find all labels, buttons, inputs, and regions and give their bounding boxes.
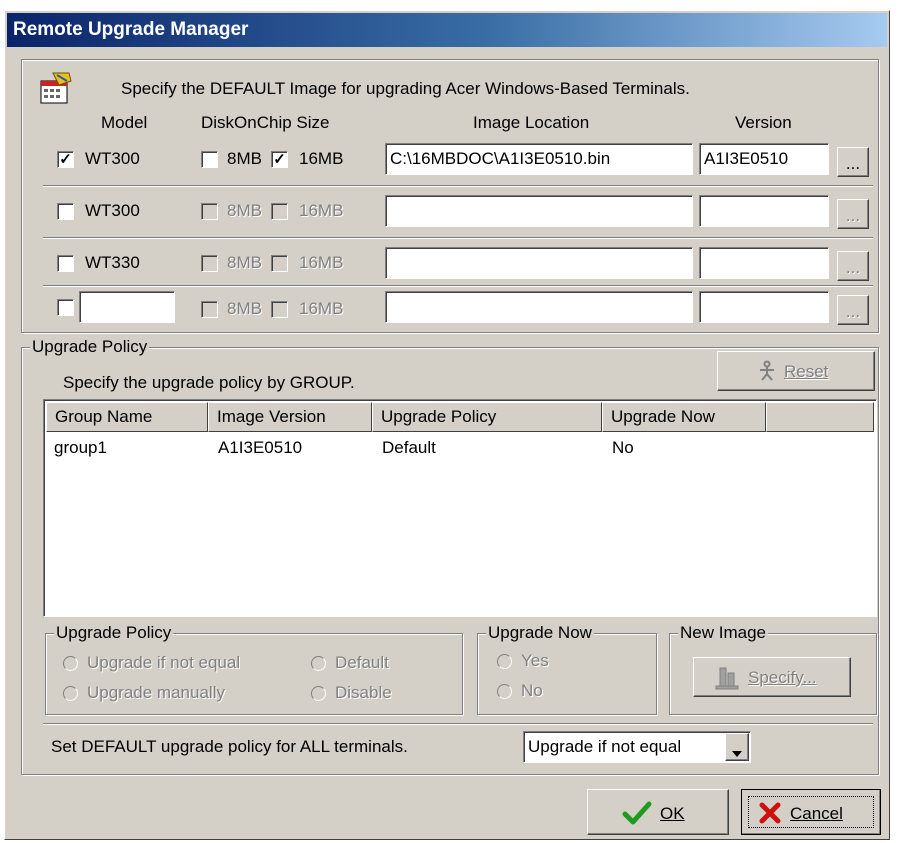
16mb-checkbox-row1[interactable]: ✓: [271, 151, 288, 168]
app-image-icon: [39, 71, 73, 110]
policy-separator: [43, 723, 873, 725]
default-policy-value: Upgrade if not equal: [528, 737, 682, 756]
model-label-row2: WT300: [85, 201, 140, 220]
radio-upgrade-manually-label: Upgrade manually: [87, 683, 225, 702]
8mb-label-row2: 8MB: [227, 201, 262, 220]
cancel-label: Cancel: [790, 804, 843, 823]
16mb-label-row1: 16MB: [299, 149, 344, 168]
model-checkbox-row3[interactable]: [57, 255, 74, 272]
image-location-field-row2[interactable]: [385, 195, 693, 227]
16mb-label-row3: 16MB: [299, 253, 344, 272]
chevron-down-icon: [731, 743, 743, 763]
column-header-image-version[interactable]: Image Version: [208, 402, 372, 432]
default-policy-select[interactable]: Upgrade if not equal: [523, 731, 751, 763]
default-policy-dropdown-button[interactable]: [725, 733, 749, 761]
radio-yes[interactable]: [497, 654, 512, 669]
cell-group-name: group1: [54, 438, 107, 457]
model-checkbox-row4[interactable]: [57, 299, 74, 316]
column-header-upgrade-policy[interactable]: Upgrade Policy: [372, 402, 602, 432]
8mb-checkbox-row1[interactable]: [201, 151, 218, 168]
image-location-field-row3[interactable]: [385, 247, 693, 279]
16mb-checkbox-row4[interactable]: [271, 301, 288, 318]
8mb-checkbox-row2[interactable]: [201, 203, 218, 220]
16mb-label-row2: 16MB: [299, 201, 344, 220]
ok-button[interactable]: OK: [587, 789, 729, 835]
row-separator-2: [43, 237, 873, 239]
browse-button-row3[interactable]: ...: [837, 251, 869, 281]
browse-button-row1[interactable]: ...: [837, 147, 869, 177]
8mb-label-row3: 8MB: [227, 253, 262, 272]
specify-button[interactable]: Specify...: [693, 657, 851, 697]
title-bar[interactable]: Remote Upgrade Manager: [7, 13, 887, 47]
8mb-checkbox-row3[interactable]: [201, 255, 218, 272]
radio-no-label: No: [521, 681, 543, 700]
row-separator-3: [43, 285, 873, 287]
radio-upgrade-if-not-equal-label: Upgrade if not equal: [87, 653, 241, 672]
header-disk-size: DiskOnChip Size: [201, 113, 330, 132]
column-header-upgrade-now[interactable]: Upgrade Now: [602, 402, 766, 432]
policy-options-legend: Upgrade Policy: [54, 623, 174, 643]
image-location-field-row4[interactable]: [385, 291, 693, 323]
specify-image-icon: [714, 665, 740, 696]
cell-upgrade-now: No: [612, 438, 634, 457]
reset-label: Reset: [784, 362, 829, 381]
radio-disable-label: Disable: [335, 683, 392, 702]
8mb-label-row1: 8MB: [227, 149, 262, 168]
remote-upgrade-manager-window: Remote Upgrade Manager Specify the DEFAU…: [4, 10, 890, 840]
default-policy-label: Set DEFAULT upgrade policy for ALL termi…: [51, 737, 408, 756]
radio-default-label: Default: [335, 653, 389, 672]
browse-button-row4[interactable]: ...: [837, 295, 869, 325]
radio-disable[interactable]: [311, 686, 326, 701]
model-checkbox-row2[interactable]: [57, 203, 74, 220]
specify-label: Specify...: [748, 668, 817, 687]
reset-person-icon: [756, 360, 778, 387]
upgrade-policy-legend: Upgrade Policy: [30, 337, 150, 357]
check-icon: [622, 800, 652, 831]
row-separator-1: [43, 185, 873, 187]
image-location-field-row1[interactable]: C:\16MBDOC\A1I3E0510.bin: [385, 143, 693, 175]
new-image-legend: New Image: [678, 623, 768, 643]
16mb-checkbox-row2[interactable]: [271, 203, 288, 220]
browse-button-row2[interactable]: ...: [837, 199, 869, 229]
ok-label: OK: [660, 804, 685, 823]
version-field-row1[interactable]: A1I3E0510: [699, 143, 829, 175]
version-field-row2[interactable]: [699, 195, 829, 227]
model-label-row1: WT300: [85, 149, 140, 168]
radio-yes-label: Yes: [521, 651, 549, 670]
16mb-label-row4: 16MB: [299, 299, 344, 318]
custom-model-field-row4[interactable]: [79, 291, 175, 323]
cell-image-version: A1I3E0510: [218, 438, 303, 457]
column-header-spacer: [766, 402, 874, 432]
upgrade-policy-instruction: Specify the upgrade policy by GROUP.: [63, 373, 355, 392]
radio-upgrade-if-not-equal[interactable]: [63, 656, 78, 671]
16mb-checkbox-row3[interactable]: [271, 255, 288, 272]
upgrade-now-group: Upgrade Now: [477, 623, 657, 715]
model-checkbox-row1[interactable]: ✓: [57, 151, 74, 168]
model-label-row3: WT330: [85, 253, 140, 272]
radio-no[interactable]: [497, 684, 512, 699]
8mb-label-row4: 8MB: [227, 299, 262, 318]
version-field-row4[interactable]: [699, 291, 829, 323]
8mb-checkbox-row4[interactable]: [201, 301, 218, 318]
header-model: Model: [101, 113, 148, 132]
group-policy-list[interactable]: Group Name Image Version Upgrade Policy …: [43, 399, 877, 617]
radio-upgrade-manually[interactable]: [63, 686, 78, 701]
version-field-row3[interactable]: [699, 247, 829, 279]
upgrade-now-legend: Upgrade Now: [486, 623, 594, 643]
cell-upgrade-policy: Default: [382, 438, 436, 457]
reset-button[interactable]: Reset: [717, 351, 875, 391]
x-icon: [758, 801, 782, 830]
radio-default[interactable]: [311, 656, 326, 671]
cancel-button[interactable]: Cancel: [741, 789, 881, 835]
column-header-group-name[interactable]: Group Name: [46, 402, 208, 432]
table-row[interactable]: group1 A1I3E0510 Default No: [46, 436, 874, 462]
header-version: Version: [735, 113, 792, 132]
header-image-location: Image Location: [473, 113, 590, 132]
default-image-instruction: Specify the DEFAULT Image for upgrading …: [121, 79, 690, 98]
window-title: Remote Upgrade Manager: [13, 19, 249, 40]
